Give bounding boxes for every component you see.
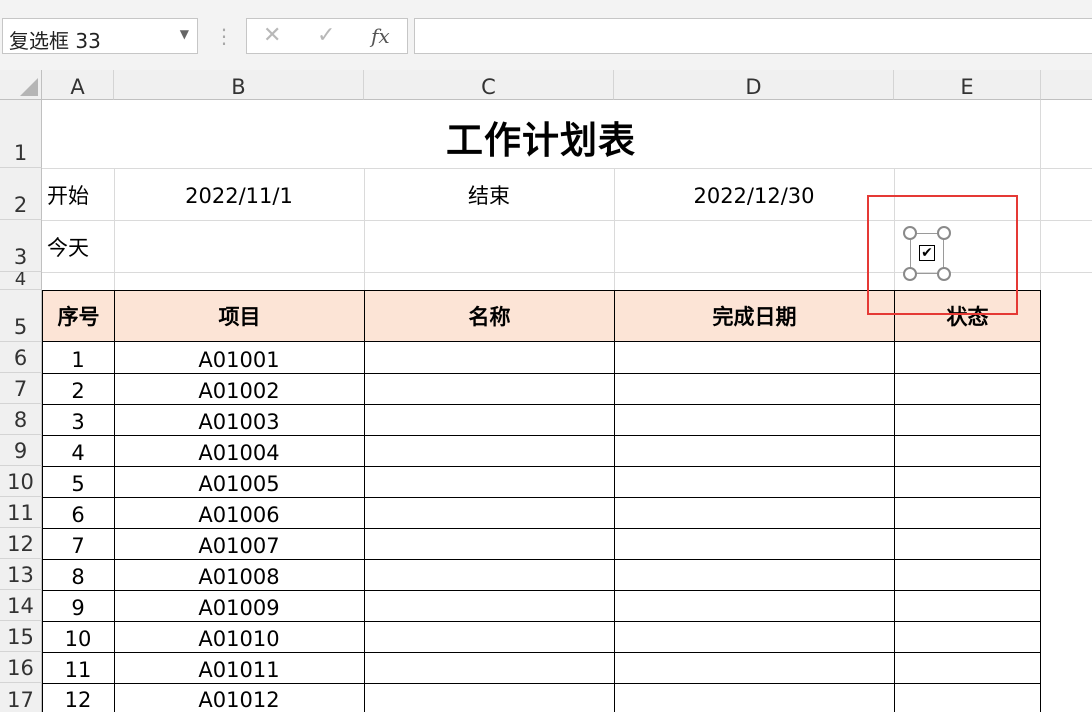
table-row-6-item[interactable]: A01006 (114, 503, 364, 527)
row-header-10[interactable]: 10 (0, 466, 42, 497)
highlight-box (867, 195, 1018, 315)
column-header-d[interactable]: D (614, 70, 894, 100)
formula-input[interactable] (414, 18, 1092, 54)
end-date[interactable]: 2022/12/30 (614, 184, 894, 208)
today-label[interactable]: 今天 (47, 236, 89, 260)
table-row-8-item[interactable]: A01008 (114, 565, 364, 589)
name-box-value: 复选框 33 (9, 29, 101, 53)
insert-function-icon[interactable]: fx (371, 24, 390, 48)
table-row-5-no[interactable]: 5 (42, 472, 114, 496)
table-row-11-item[interactable]: A01011 (114, 658, 364, 682)
table-row-10-no[interactable]: 10 (42, 627, 114, 651)
column-header-b[interactable]: B (114, 70, 364, 100)
chevron-down-icon[interactable]: ▼ (180, 27, 189, 41)
table-row-11-no[interactable]: 11 (42, 658, 114, 682)
row-header-4[interactable]: 4 (0, 271, 42, 290)
sheet-title[interactable]: 工作计划表 (42, 110, 1040, 164)
cancel-icon[interactable]: ✕ (263, 23, 281, 48)
column-header-c[interactable]: C (364, 70, 614, 100)
table-row-5-item[interactable]: A01005 (114, 472, 364, 496)
row-header-1[interactable]: 1 (0, 100, 42, 168)
row-header-11[interactable]: 11 (0, 497, 42, 528)
table-row-4-item[interactable]: A01004 (114, 441, 364, 465)
end-label[interactable]: 结束 (364, 184, 614, 208)
table-row-7-item[interactable]: A01007 (114, 534, 364, 558)
table-row-3-item[interactable]: A01003 (114, 410, 364, 434)
column-header-e[interactable]: E (894, 70, 1041, 100)
row-header-13[interactable]: 13 (0, 559, 42, 590)
row-header-12[interactable]: 12 (0, 528, 42, 559)
row-header-7[interactable]: 7 (0, 373, 42, 404)
formula-toolbar: 复选框 33 ▼ ⋮ ✕ ✓ fx (0, 0, 1092, 70)
formula-buttons: ✕ ✓ fx (246, 18, 408, 54)
column-header-a[interactable]: A (42, 70, 114, 100)
table-row-9-item[interactable]: A01009 (114, 596, 364, 620)
row-header-2[interactable]: 2 (0, 168, 42, 220)
table-row-9-no[interactable]: 9 (42, 596, 114, 620)
table-row-2-item[interactable]: A01002 (114, 379, 364, 403)
table-row-4-no[interactable]: 4 (42, 441, 114, 465)
row-header-14[interactable]: 14 (0, 590, 42, 621)
row-header-5[interactable]: 5 (0, 290, 42, 342)
header-completion-date[interactable]: 完成日期 (614, 290, 895, 342)
table-row-6-no[interactable]: 6 (42, 503, 114, 527)
table-row-1-no[interactable]: 1 (42, 348, 114, 372)
header-serial[interactable]: 序号 (42, 290, 115, 342)
table-row-3-no[interactable]: 3 (42, 410, 114, 434)
header-name[interactable]: 名称 (364, 290, 615, 342)
table-row-10-item[interactable]: A01010 (114, 627, 364, 651)
row-header-8[interactable]: 8 (0, 404, 42, 435)
table-row-8-no[interactable]: 8 (42, 565, 114, 589)
row-header-15[interactable]: 15 (0, 621, 42, 652)
table-row-2-no[interactable]: 2 (42, 379, 114, 403)
table-row-12-no[interactable]: 12 (42, 688, 114, 712)
row-header-3[interactable]: 3 (0, 220, 42, 272)
name-box[interactable]: 复选框 33 ▼ (2, 18, 198, 54)
start-date[interactable]: 2022/11/1 (114, 184, 364, 208)
header-item[interactable]: 项目 (114, 290, 365, 342)
row-header-17[interactable]: 17 (0, 683, 42, 712)
row-header-16[interactable]: 16 (0, 652, 42, 683)
table-row-12-item[interactable]: A01012 (114, 688, 364, 712)
column-header-f[interactable] (1041, 70, 1092, 100)
table-row-1-item[interactable]: A01001 (114, 348, 364, 372)
row-header-6[interactable]: 6 (0, 342, 42, 373)
select-all-corner[interactable] (0, 70, 42, 100)
table-row-7-no[interactable]: 7 (42, 534, 114, 558)
start-label[interactable]: 开始 (47, 184, 89, 208)
drag-handle-icon[interactable]: ⋮ (214, 22, 234, 50)
enter-icon[interactable]: ✓ (317, 23, 335, 48)
row-header-9[interactable]: 9 (0, 435, 42, 466)
